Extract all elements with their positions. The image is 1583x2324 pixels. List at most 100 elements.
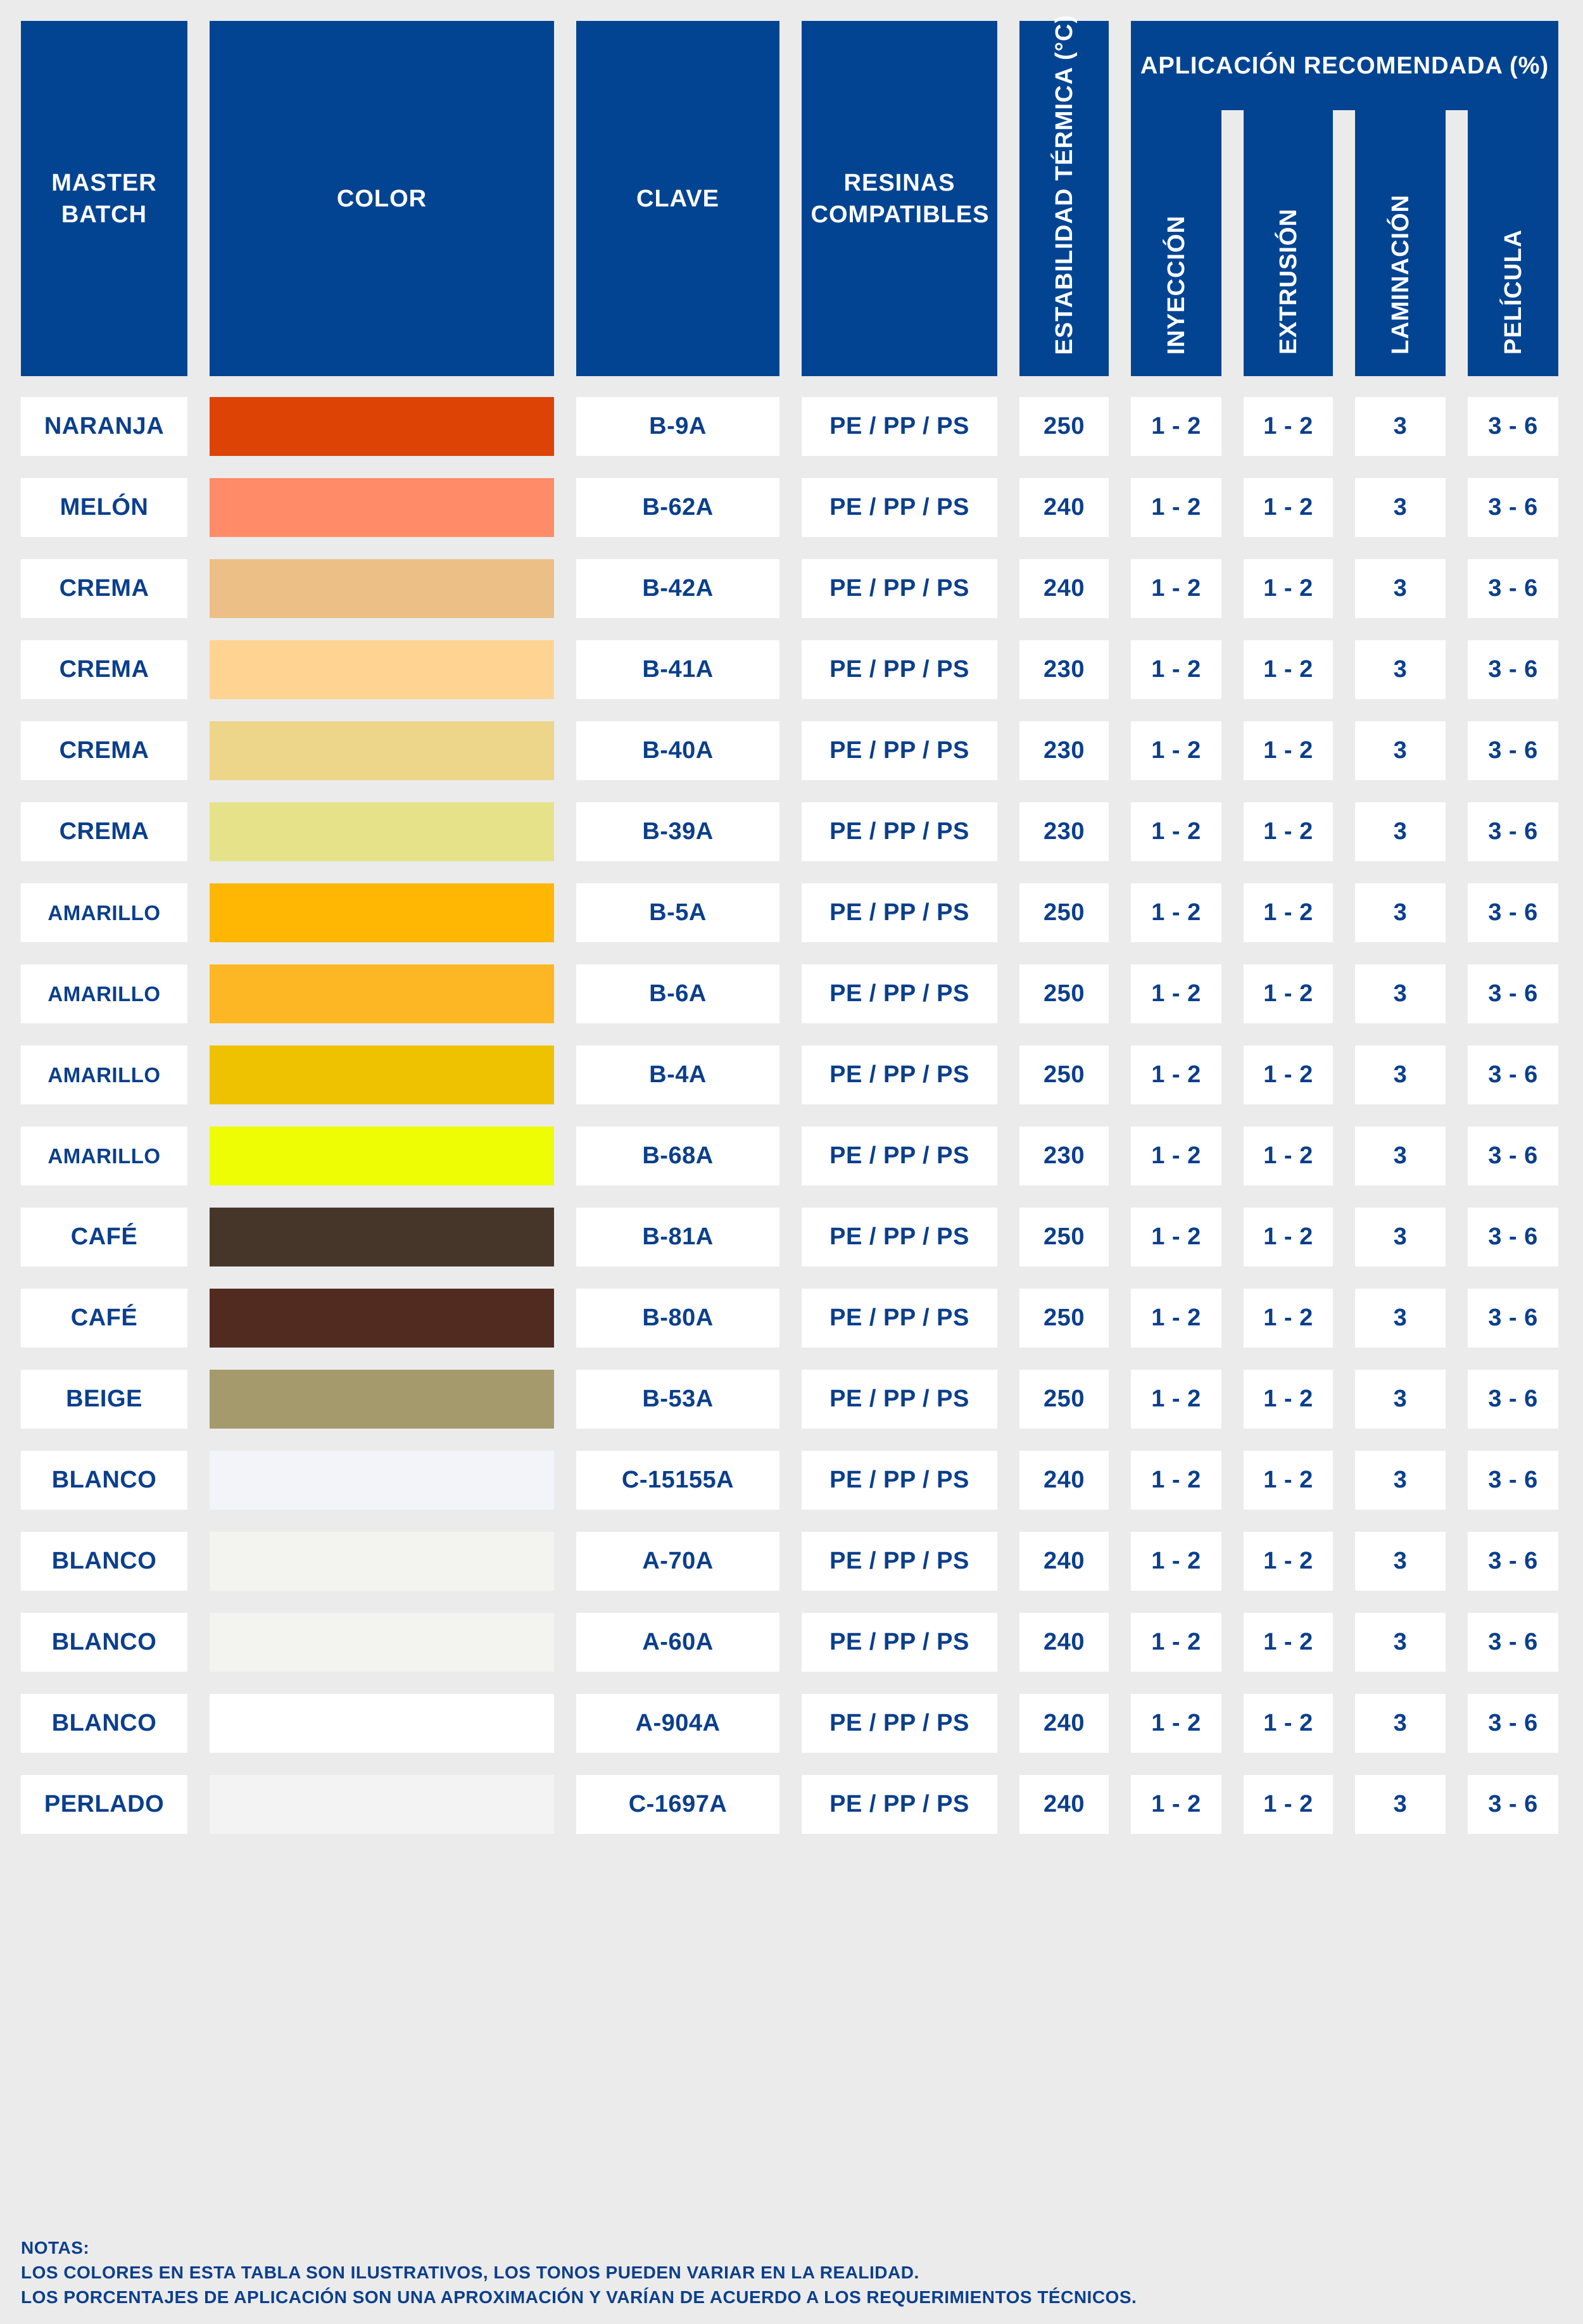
extrusion-cell: 1 - 2 [1244, 1289, 1333, 1348]
color-swatch [210, 640, 554, 699]
extrusion-cell: 1 - 2 [1244, 1451, 1333, 1510]
clave-cell: B-53A [576, 1370, 779, 1429]
pelicula-cell: 3 - 6 [1468, 1045, 1558, 1104]
pelicula-cell: 3 - 6 [1468, 1532, 1558, 1591]
resinas-cell: PE / PP / PS [802, 1045, 997, 1104]
inyeccion-cell: 1 - 2 [1131, 478, 1221, 537]
extrusion-cell: 1 - 2 [1244, 964, 1333, 1023]
laminacion-cell: 3 [1355, 1451, 1446, 1510]
master-batch-cell: BLANCO [21, 1694, 187, 1753]
laminacion-cell: 3 [1355, 640, 1446, 699]
clave-cell: B-40A [576, 721, 779, 780]
laminacion-cell: 3 [1355, 478, 1446, 537]
laminacion-cell: 3 [1355, 559, 1446, 618]
clave-cell: B-80A [576, 1289, 779, 1348]
laminacion-cell: 3 [1355, 1127, 1446, 1185]
laminacion-cell: 3 [1355, 1289, 1446, 1348]
inyeccion-cell: 1 - 2 [1131, 1532, 1221, 1591]
temperature-cell: 250 [1019, 964, 1109, 1023]
master-batch-cell: BEIGE [21, 1370, 187, 1429]
header-laminacion: LAMINACIÓN [1355, 110, 1446, 376]
temperature-cell: 250 [1019, 397, 1109, 456]
header-color: COLOR [210, 21, 554, 376]
pelicula-cell: 3 - 6 [1468, 1370, 1558, 1429]
notes-line: LOS COLORES EN ESTA TABLA SON ILUSTRATIV… [21, 2263, 919, 2282]
clave-cell: B-6A [576, 964, 779, 1023]
master-batch-cell: NARANJA [21, 397, 187, 456]
clave-cell: B-39A [576, 802, 779, 861]
clave-cell: B-42A [576, 559, 779, 618]
resinas-cell: PE / PP / PS [802, 1451, 997, 1510]
temperature-cell: 240 [1019, 1613, 1109, 1672]
color-swatch [210, 1775, 554, 1834]
resinas-cell: PE / PP / PS [802, 1613, 997, 1672]
extrusion-cell: 1 - 2 [1244, 1532, 1333, 1591]
pelicula-cell: 3 - 6 [1468, 721, 1558, 780]
color-swatch [210, 721, 554, 780]
color-swatch [210, 1208, 554, 1266]
inyeccion-cell: 1 - 2 [1131, 1613, 1221, 1672]
header-estabilidad: ESTABILIDAD TÉRMICA (°C) [1019, 15, 1109, 376]
temperature-cell: 250 [1019, 1045, 1109, 1104]
master-batch-cell: AMARILLO [21, 1127, 187, 1185]
resinas-cell: PE / PP / PS [802, 721, 997, 780]
notes: NOTAS: LOS COLORES EN ESTA TABLA SON ILU… [21, 2235, 1137, 2309]
temperature-cell: 240 [1019, 1775, 1109, 1834]
extrusion-cell: 1 - 2 [1244, 802, 1333, 861]
clave-cell: A-70A [576, 1532, 779, 1591]
inyeccion-cell: 1 - 2 [1131, 1208, 1221, 1266]
inyeccion-cell: 1 - 2 [1131, 802, 1221, 861]
clave-cell: B-5A [576, 883, 779, 942]
resinas-cell: PE / PP / PS [802, 1694, 997, 1753]
inyeccion-cell: 1 - 2 [1131, 397, 1221, 456]
extrusion-cell: 1 - 2 [1244, 1208, 1333, 1266]
extrusion-cell: 1 - 2 [1244, 1370, 1333, 1429]
pelicula-cell: 3 - 6 [1468, 1613, 1558, 1672]
inyeccion-cell: 1 - 2 [1131, 640, 1221, 699]
color-swatch [210, 964, 554, 1023]
pelicula-cell: 3 - 6 [1468, 802, 1558, 861]
pelicula-cell: 3 - 6 [1468, 559, 1558, 618]
color-swatch [210, 802, 554, 861]
extrusion-cell: 1 - 2 [1244, 1613, 1333, 1672]
temperature-cell: 250 [1019, 1370, 1109, 1429]
laminacion-cell: 3 [1355, 1045, 1446, 1104]
header-pelicula: PELÍCULA [1468, 110, 1558, 376]
header-inyeccion: INYECCIÓN [1131, 110, 1221, 376]
master-batch-cell: BLANCO [21, 1613, 187, 1672]
pelicula-cell: 3 - 6 [1468, 478, 1558, 537]
resinas-cell: PE / PP / PS [802, 1127, 997, 1185]
notes-title: NOTAS: [21, 2238, 90, 2258]
color-swatch [210, 1289, 554, 1348]
pelicula-cell: 3 - 6 [1468, 1127, 1558, 1185]
inyeccion-cell: 1 - 2 [1131, 1127, 1221, 1185]
inyeccion-cell: 1 - 2 [1131, 883, 1221, 942]
laminacion-cell: 3 [1355, 397, 1446, 456]
resinas-cell: PE / PP / PS [802, 397, 997, 456]
laminacion-cell: 3 [1355, 1775, 1446, 1834]
resinas-cell: PE / PP / PS [802, 1532, 997, 1591]
master-batch-cell: CREMA [21, 559, 187, 618]
pelicula-cell: 3 - 6 [1468, 1451, 1558, 1510]
resinas-cell: PE / PP / PS [802, 1289, 997, 1348]
color-swatch [210, 1370, 554, 1429]
temperature-cell: 240 [1019, 1532, 1109, 1591]
master-batch-cell: PERLADO [21, 1775, 187, 1834]
temperature-cell: 230 [1019, 1127, 1109, 1185]
resinas-cell: PE / PP / PS [802, 478, 997, 537]
inyeccion-cell: 1 - 2 [1131, 964, 1221, 1023]
clave-cell: A-60A [576, 1613, 779, 1672]
clave-cell: C-1697A [576, 1775, 779, 1834]
laminacion-cell: 3 [1355, 1532, 1446, 1591]
extrusion-cell: 1 - 2 [1244, 478, 1333, 537]
laminacion-cell: 3 [1355, 883, 1446, 942]
laminacion-cell: 3 [1355, 1208, 1446, 1266]
master-batch-cell: CREMA [21, 640, 187, 699]
resinas-cell: PE / PP / PS [802, 802, 997, 861]
temperature-cell: 230 [1019, 721, 1109, 780]
header-extrusion: EXTRUSIÓN [1244, 110, 1333, 376]
color-swatch [210, 1045, 554, 1104]
laminacion-cell: 3 [1355, 1694, 1446, 1753]
pelicula-cell: 3 - 6 [1468, 1289, 1558, 1348]
clave-cell: A-904A [576, 1694, 779, 1753]
